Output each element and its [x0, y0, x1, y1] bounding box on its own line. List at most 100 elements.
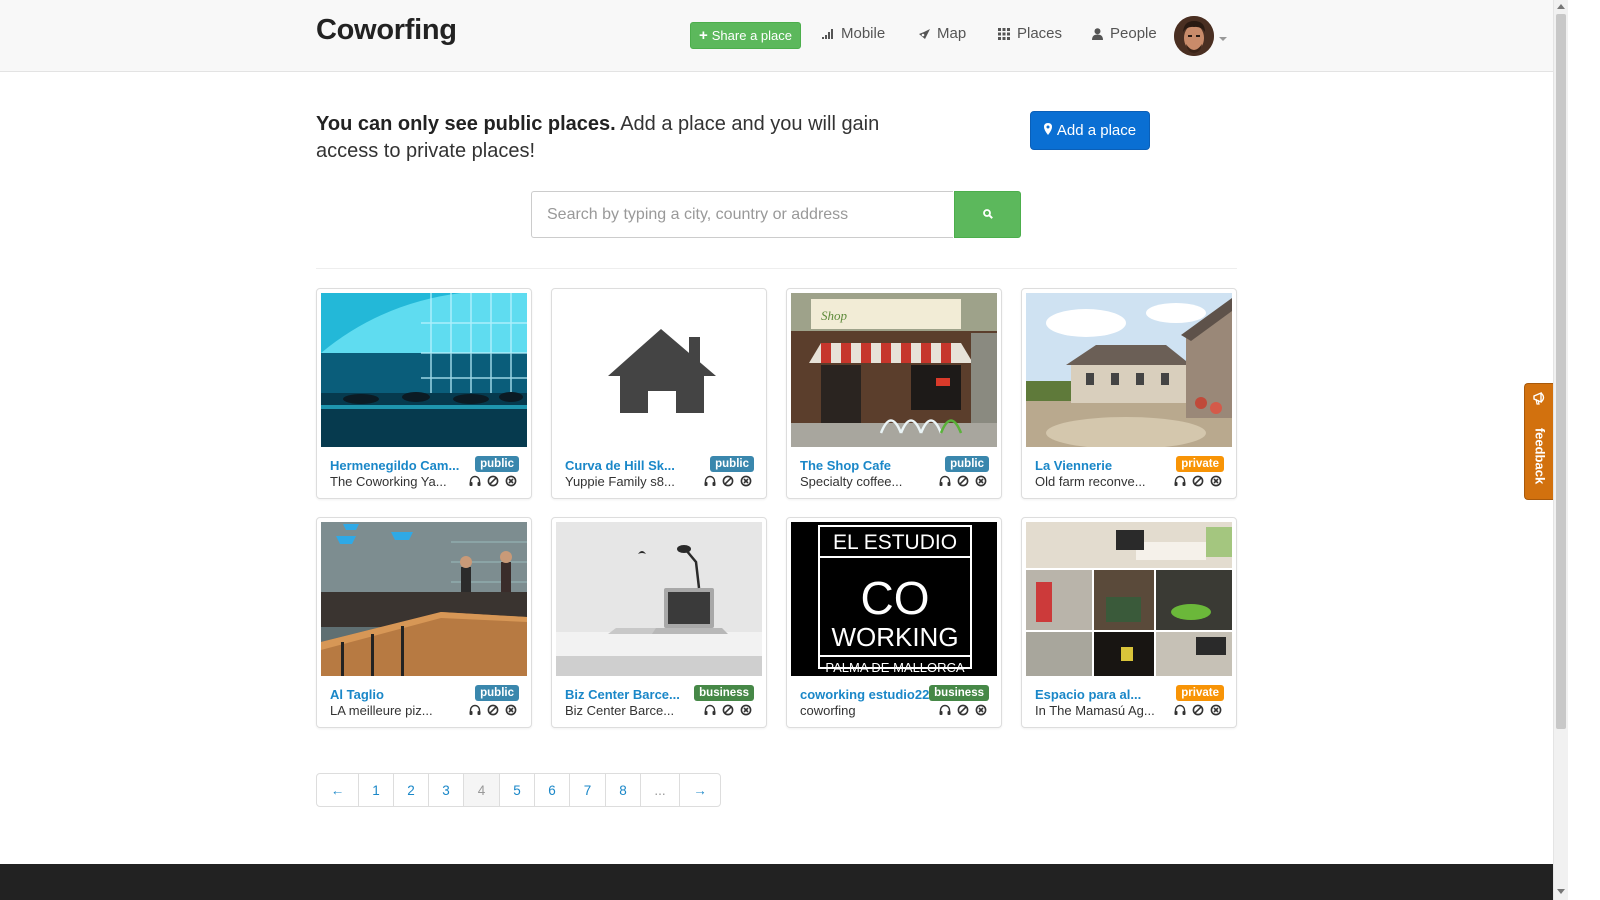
- pagination-page[interactable]: 3: [429, 774, 464, 806]
- remove-circle-icon: [1210, 475, 1222, 487]
- nav-mobile-label: Mobile: [841, 25, 886, 42]
- place-type-badge: private: [1176, 456, 1224, 472]
- nav-mobile[interactable]: Mobile: [821, 25, 885, 42]
- signal-icon: [821, 27, 835, 41]
- headphones-icon: [1174, 704, 1186, 716]
- pagination: ← 1 2 3 4 5 6 7 8 ... →: [316, 773, 721, 807]
- headphones-icon: [469, 704, 481, 716]
- brand-logo[interactable]: Coworfing: [316, 14, 457, 47]
- headphones-icon: [939, 475, 951, 487]
- ban-icon: [1192, 475, 1204, 487]
- megaphone-icon: [1532, 390, 1548, 406]
- place-title[interactable]: The Shop Cafe: [800, 458, 940, 473]
- place-thumbnail: [321, 522, 527, 676]
- place-amenity-icons: [1174, 475, 1222, 487]
- headphones-icon: [469, 475, 481, 487]
- place-type-badge: private: [1176, 685, 1224, 701]
- place-title[interactable]: Curva de Hill Sk...: [565, 458, 705, 473]
- place-card[interactable]: Shop The Shop Cafe Specialty coffee... p…: [786, 288, 1002, 499]
- place-card[interactable]: EL ESTUDIO CO WORKING PALMA DE MALLORCA …: [786, 517, 1002, 728]
- pagination-next[interactable]: →: [680, 774, 720, 806]
- place-amenity-icons: [1174, 704, 1222, 716]
- place-thumbnail: EL ESTUDIO CO WORKING PALMA DE MALLORCA: [791, 522, 997, 676]
- place-title[interactable]: Hermenegildo Cam...: [330, 458, 470, 473]
- user-avatar[interactable]: [1174, 16, 1214, 56]
- headphones-icon: [704, 704, 716, 716]
- headphones-icon: [704, 475, 716, 487]
- place-type-badge: business: [929, 685, 989, 701]
- pagination-page[interactable]: 6: [535, 774, 570, 806]
- place-title[interactable]: La Viennerie: [1035, 458, 1175, 473]
- place-amenity-icons: [704, 704, 752, 716]
- share-place-label: Share a place: [711, 28, 792, 43]
- feedback-tab[interactable]: feedback: [1524, 383, 1554, 500]
- place-thumbnail: [321, 293, 527, 447]
- ban-icon: [722, 475, 734, 487]
- user-menu-caret-icon[interactable]: [1219, 37, 1227, 41]
- grid-icon: [997, 27, 1011, 41]
- intro-bold-text: You can only see public places.: [316, 113, 616, 135]
- place-subtitle: Specialty coffee...: [800, 474, 903, 489]
- place-title[interactable]: coworking estudio22: [800, 687, 940, 702]
- remove-circle-icon: [505, 704, 517, 716]
- share-place-button[interactable]: + Share a place: [690, 22, 801, 49]
- pagination-page[interactable]: 7: [570, 774, 606, 806]
- place-card[interactable]: Hermenegildo Cam... The Coworking Ya... …: [316, 288, 532, 499]
- place-amenity-icons: [469, 475, 517, 487]
- remove-circle-icon: [975, 475, 987, 487]
- nav-map[interactable]: Map: [917, 25, 966, 42]
- place-card[interactable]: Al Taglio LA meilleure piz... public: [316, 517, 532, 728]
- nav-map-label: Map: [937, 25, 967, 42]
- place-thumbnail: [1026, 293, 1232, 447]
- nav-places[interactable]: Places: [997, 25, 1062, 42]
- user-icon: [1090, 27, 1104, 41]
- remove-circle-icon: [740, 704, 752, 716]
- place-card[interactable]: Biz Center Barce... Biz Center Barce... …: [551, 517, 767, 728]
- top-navbar: Coworfing + Share a place Mobile Map Pla…: [0, 0, 1553, 72]
- place-thumbnail: [556, 522, 762, 676]
- pagination-page[interactable]: 2: [394, 774, 429, 806]
- nav-people[interactable]: People: [1090, 25, 1157, 42]
- place-title[interactable]: Espacio para al...: [1035, 687, 1175, 702]
- feedback-label: feedback: [1532, 427, 1548, 485]
- vertical-scrollbar[interactable]: [1553, 0, 1568, 900]
- place-subtitle: coworfing: [800, 703, 856, 718]
- search-input[interactable]: [531, 191, 953, 238]
- pagination-page-active[interactable]: 4: [464, 774, 500, 806]
- place-subtitle: In The Mamasú Ag...: [1035, 703, 1155, 718]
- search-button[interactable]: [954, 191, 1021, 238]
- place-title[interactable]: Al Taglio: [330, 687, 470, 702]
- place-card[interactable]: La Viennerie Old farm reconve... private: [1021, 288, 1237, 499]
- place-title[interactable]: Biz Center Barce...: [565, 687, 705, 702]
- place-card[interactable]: Espacio para al... In The Mamasú Ag... p…: [1021, 517, 1237, 728]
- remove-circle-icon: [1210, 704, 1222, 716]
- place-type-badge: business: [694, 685, 754, 701]
- scroll-down-icon[interactable]: [1557, 889, 1565, 894]
- place-amenity-icons: [704, 475, 752, 487]
- scrollbar-thumb[interactable]: [1556, 14, 1566, 729]
- intro-message: You can only see public places. Add a pl…: [316, 111, 916, 165]
- shop-sign-text: Shop: [821, 308, 848, 323]
- map-pin-icon: [1043, 122, 1052, 139]
- place-type-badge: public: [475, 456, 519, 472]
- add-place-button[interactable]: Add a place: [1030, 111, 1150, 150]
- place-type-badge: public: [945, 456, 989, 472]
- place-card[interactable]: Curva de Hill Sk... Yuppie Family s8... …: [551, 288, 767, 499]
- pagination-page[interactable]: 1: [359, 774, 394, 806]
- nav-people-label: People: [1110, 25, 1157, 42]
- scroll-up-icon[interactable]: [1557, 4, 1565, 9]
- headphones-icon: [939, 704, 951, 716]
- place-thumbnail: [556, 293, 762, 447]
- pagination-page[interactable]: 5: [500, 774, 535, 806]
- place-type-badge: public: [710, 456, 754, 472]
- pagination-page[interactable]: 8: [606, 774, 641, 806]
- place-subtitle: The Coworking Ya...: [330, 474, 447, 489]
- pagination-prev[interactable]: ←: [317, 774, 359, 806]
- place-amenity-icons: [939, 475, 987, 487]
- estudio-line4-text: PALMA DE MALLORCA: [825, 660, 965, 675]
- add-place-label: Add a place: [1056, 122, 1137, 139]
- search-icon: [982, 206, 993, 224]
- place-amenity-icons: [939, 704, 987, 716]
- place-thumbnail: [1026, 522, 1232, 676]
- map-marker-icon: [917, 27, 931, 41]
